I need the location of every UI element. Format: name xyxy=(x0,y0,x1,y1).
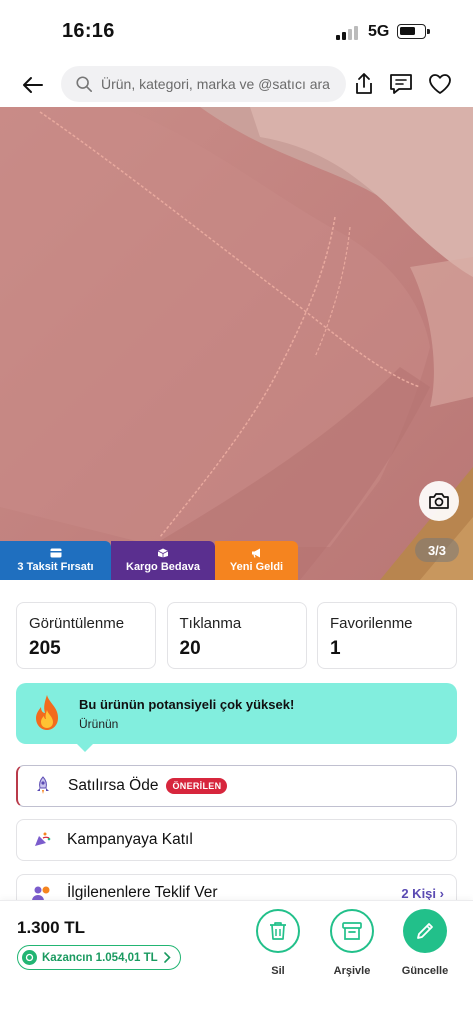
trash-icon xyxy=(270,922,286,940)
stat-favorites: Favorilenme 1 xyxy=(317,602,457,669)
stat-value: 20 xyxy=(179,638,201,659)
stat-label: Görüntülenme xyxy=(29,615,125,632)
stat-value: 1 xyxy=(330,638,341,659)
stat-value: 205 xyxy=(29,638,61,659)
badge-new-arrival-label: Yeni Geldi xyxy=(229,561,284,573)
battery-icon xyxy=(397,24,430,39)
badge-new-arrival: Yeni Geldi xyxy=(215,541,298,580)
chevron-right-icon xyxy=(163,952,171,963)
product-price: 1.300 TL xyxy=(17,918,86,937)
camera-icon xyxy=(429,493,449,509)
heart-icon xyxy=(429,74,451,94)
signal-icon xyxy=(336,26,360,40)
share-button[interactable] xyxy=(350,70,378,98)
rocket-icon xyxy=(32,775,54,797)
update-button[interactable]: Güncelle xyxy=(393,909,457,977)
package-icon xyxy=(157,548,169,558)
chat-icon xyxy=(390,74,412,94)
earning-label: Kazancın 1.054,01 TL xyxy=(42,951,158,964)
pencil-icon xyxy=(417,923,433,939)
update-label: Güncelle xyxy=(401,965,449,977)
camera-button[interactable] xyxy=(419,481,459,521)
share-icon xyxy=(356,73,372,94)
earning-chip[interactable]: Kazancın 1.054,01 TL xyxy=(17,945,181,970)
interested-count-text: 2 Kişi xyxy=(401,886,437,901)
network-label: 5G xyxy=(368,23,390,40)
archive-button[interactable]: Arşivle xyxy=(320,909,384,977)
campaign-icon xyxy=(31,829,53,851)
join-campaign-row[interactable]: Kampanyaya Katıl xyxy=(16,819,457,861)
search-bar[interactable] xyxy=(61,66,346,102)
potential-title: Bu ürünün potansiyeli çok yüksek! xyxy=(79,697,295,712)
delete-button[interactable]: Sil xyxy=(246,909,310,977)
credit-card-icon xyxy=(50,548,61,558)
stat-label: Favorilenme xyxy=(330,615,413,632)
interested-count: 2 Kişi › xyxy=(401,886,444,901)
arrow-left-icon xyxy=(23,77,43,93)
recommended-badge: ÖNERİLEN xyxy=(166,778,228,794)
potential-subtitle: Ürünün xyxy=(79,717,119,731)
archive-icon xyxy=(342,922,362,940)
potential-banner: Bu ürünün potansiyeli çok yüksek! Ürünün xyxy=(16,683,457,752)
back-button[interactable] xyxy=(18,70,48,100)
status-time: 16:16 xyxy=(62,20,115,42)
stat-clicks: Tıklanma 20 xyxy=(166,602,307,669)
stats-row: Görüntülenme 205 Tıklanma 20 Favorilenme… xyxy=(16,602,457,669)
delete-circle[interactable] xyxy=(256,909,300,953)
bottom-bar: 1.300 TL Kazancın 1.054,01 TL Sil Arşivl… xyxy=(0,900,473,1024)
coin-icon xyxy=(22,950,37,965)
badge-installment: 3 Taksit Fırsatı xyxy=(0,541,111,580)
status-bar: 16:16 5G xyxy=(0,0,473,62)
product-image[interactable]: 3 Taksit Fırsatı Kargo Bedava Yeni Geldi xyxy=(0,107,473,580)
fire-icon xyxy=(36,695,58,730)
badge-free-shipping: Kargo Bedava xyxy=(111,541,215,580)
search-input[interactable] xyxy=(101,76,341,92)
top-nav xyxy=(0,64,473,106)
badge-free-shipping-label: Kargo Bedava xyxy=(126,561,200,573)
update-circle[interactable] xyxy=(403,909,447,953)
promo-badges: 3 Taksit Fırsatı Kargo Bedava Yeni Geldi xyxy=(0,541,298,580)
chevron-right-icon: › xyxy=(439,886,444,901)
pay-if-sold-label: Satılırsa Öde xyxy=(68,777,159,794)
stat-label: Tıklanma xyxy=(179,615,242,632)
messages-button[interactable] xyxy=(387,70,415,98)
join-campaign-label: Kampanyaya Katıl xyxy=(67,831,193,848)
badge-installment-label: 3 Taksit Fırsatı xyxy=(17,561,94,573)
search-icon xyxy=(76,76,93,93)
favorite-button[interactable] xyxy=(426,70,454,98)
image-counter: 3/3 xyxy=(415,538,459,562)
pay-if-sold-row[interactable]: Satılırsa Öde ÖNERİLEN xyxy=(16,765,457,807)
archive-label: Arşivle xyxy=(333,965,371,977)
archive-circle[interactable] xyxy=(330,909,374,953)
stat-views: Görüntülenme 205 xyxy=(16,602,156,669)
megaphone-icon xyxy=(251,548,260,558)
product-photo xyxy=(0,107,473,580)
delete-label: Sil xyxy=(271,965,285,977)
